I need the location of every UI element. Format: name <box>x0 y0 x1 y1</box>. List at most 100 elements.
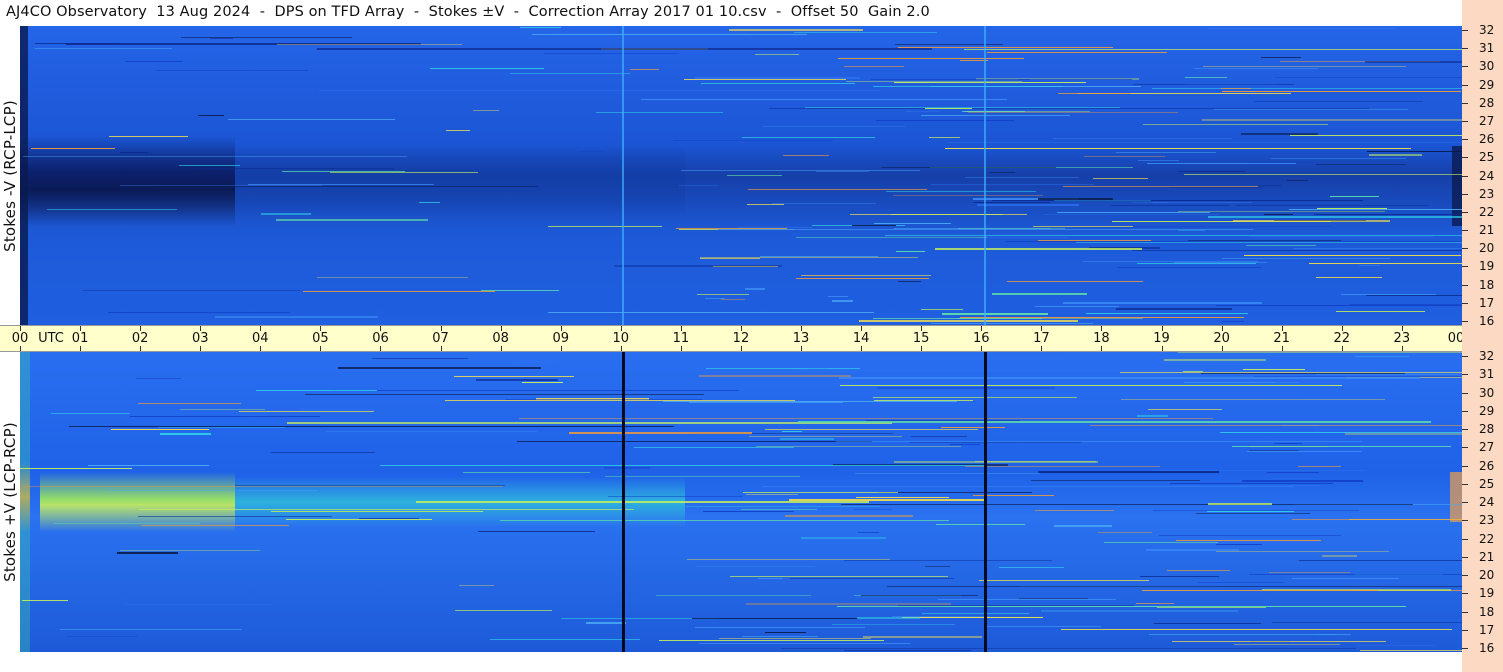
spectrogram-streak <box>536 398 649 400</box>
spectrogram-streak <box>700 258 760 259</box>
freq-tick-mark <box>1462 175 1468 177</box>
freq-tick-mark <box>1462 193 1468 195</box>
spectrogram-streak <box>780 438 834 440</box>
spectrogram-streak <box>141 525 289 526</box>
freq-tick-label: 28 <box>1479 422 1495 436</box>
spectrogram-streak <box>1287 180 1308 181</box>
spectrogram-streak <box>1054 200 1151 201</box>
spectrogram-streak <box>909 442 1081 443</box>
spectrogram-streak <box>873 86 1063 87</box>
spectrogram-streak <box>832 300 853 302</box>
spectrogram-streak <box>1057 212 1210 213</box>
spectrogram-streak <box>239 411 374 412</box>
spectrogram-streak <box>796 505 1266 506</box>
spectrogram-streak <box>1178 171 1245 172</box>
spectrogram-streak <box>548 226 662 227</box>
spectrogram-streak <box>180 409 265 410</box>
spectrogram-streak <box>871 79 1030 80</box>
spectrogram-streak <box>738 227 813 228</box>
freq-tick-label: 22 <box>1479 204 1495 219</box>
spectrogram-streak <box>522 382 563 383</box>
time-tick-label: 19 <box>1153 331 1170 346</box>
freq-tick-label: 23 <box>1479 186 1495 201</box>
spectrogram-streak <box>925 566 950 567</box>
spectrogram-streak <box>1132 202 1167 203</box>
spectrogram-streak <box>319 90 880 91</box>
spectrogram-streak <box>964 49 1462 50</box>
spectrogram-streak <box>987 52 1167 53</box>
freq-tick-label: 19 <box>1479 586 1495 601</box>
spectrogram-streak <box>446 130 470 131</box>
spectrogram-streak <box>895 44 1003 45</box>
spectrogram-streak <box>1293 248 1462 249</box>
spectrogram-streak <box>756 446 961 447</box>
spectrogram-streak <box>47 209 177 210</box>
spectrogram-streak <box>1188 240 1341 241</box>
spectrogram-streak <box>1243 369 1305 370</box>
freq-tick-label: 18 <box>1479 604 1495 619</box>
freq-tick-mark <box>1462 575 1468 576</box>
spectrogram-streak <box>130 416 320 417</box>
spectrogram-streak <box>748 189 927 190</box>
spectrogram-streak <box>1031 480 1200 481</box>
spectrogram-streak <box>287 422 892 424</box>
spectrogram-streak <box>455 610 552 611</box>
spectrogram-streak <box>877 492 1032 493</box>
spectrogram-streak <box>1140 576 1219 577</box>
spectrogram-streak <box>892 616 990 617</box>
spectrogram-streak <box>138 403 241 404</box>
spectrogram-streak <box>1207 28 1396 29</box>
spectrogram-streak <box>125 61 183 62</box>
time-tick-mark <box>981 346 983 351</box>
time-tick-mark <box>1281 346 1283 351</box>
spectrogram-streak <box>557 33 749 34</box>
spectrogram-streak <box>23 156 407 157</box>
spectrogram-streak <box>894 228 1051 229</box>
spectrogram-streak <box>35 48 172 49</box>
spectrogram-streak <box>125 604 273 605</box>
spectrogram-streak <box>228 119 395 120</box>
spectrogram-streak <box>929 137 960 138</box>
top-panel-label-text: Stokes -V (RCP-LCP) <box>1 99 20 252</box>
spectrogram-streak <box>430 68 544 69</box>
spectrogram-streak <box>836 441 1362 442</box>
spectrogram-streak <box>721 299 745 300</box>
spectrogram-streak <box>741 509 817 510</box>
spectrogram-streak <box>463 472 590 473</box>
time-tick-mark <box>1401 326 1403 331</box>
spectrogram-streak <box>445 400 795 401</box>
spectrogram-streak <box>380 465 987 466</box>
spectrogram-streak <box>1178 230 1205 231</box>
time-tick-mark <box>200 346 202 351</box>
time-tick-label: 22 <box>1333 331 1351 346</box>
spectrogram-streak <box>1035 510 1114 511</box>
spectrogram-streak <box>416 501 869 503</box>
spectrogram-streak <box>1274 443 1302 444</box>
time-tick-mark <box>260 326 262 331</box>
spectrogram-streak <box>1116 308 1232 310</box>
freq-tick-label: 27 <box>1479 440 1495 455</box>
spectrogram-streak <box>1241 133 1318 135</box>
spectrogram-streak <box>1154 623 1261 624</box>
spectrogram-streak <box>156 70 308 71</box>
spectrogram-region <box>20 462 30 532</box>
spectrogram-streak <box>931 184 1094 185</box>
spectrogram-streak <box>945 148 1411 149</box>
spectrogram-region <box>20 352 30 652</box>
spectrogram-streak <box>832 624 955 625</box>
freq-tick-mark <box>1462 483 1468 485</box>
spectrogram-streak <box>1202 119 1462 121</box>
spectrogram-streak <box>861 595 978 596</box>
freq-tick-mark <box>1462 48 1468 50</box>
spectrogram-streak <box>1309 263 1462 264</box>
time-tick-label: 03 <box>191 331 209 346</box>
spectrogram-streak <box>898 281 921 282</box>
spectrogram-streak <box>877 387 1055 389</box>
spectrogram-streak <box>1185 77 1227 78</box>
freq-tick-label: 25 <box>1479 476 1495 491</box>
spectrogram-streak <box>1216 305 1462 306</box>
freq-tick-mark <box>1462 102 1468 104</box>
spectrogram-streak <box>850 214 1027 215</box>
spectrogram-streak <box>1121 399 1385 400</box>
spectrogram-streak <box>911 436 967 437</box>
